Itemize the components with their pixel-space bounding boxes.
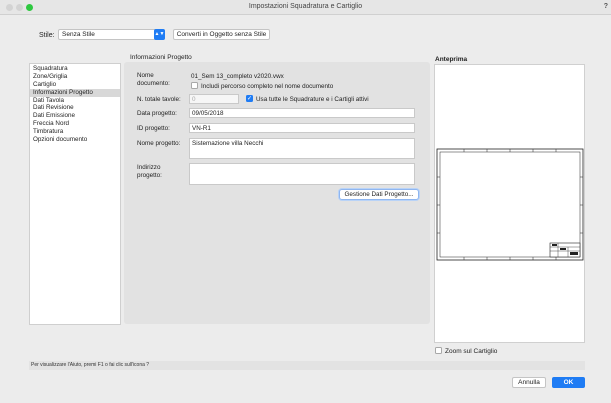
settings-dialog: Impostazioni Squadratura e Cartiglio ? S… [0, 0, 611, 403]
total-sheets-field[interactable]: 0 [189, 94, 239, 104]
name-field[interactable]: Sistemazione villa Necchi [189, 138, 415, 159]
use-all-label: Usa tutte le Squadrature e i Cartigli at… [256, 96, 369, 103]
style-label: Stile: [39, 32, 55, 39]
doc-name-value: 01_Sem 13_completo v2020.vwx [191, 73, 284, 80]
zoom-title-block-checkbox[interactable] [435, 347, 442, 354]
date-label: Data progetto: [137, 110, 177, 117]
name-label: Nome progetto: [137, 140, 181, 147]
group-title: Informazioni Progetto [130, 54, 192, 61]
address-field[interactable] [189, 163, 415, 185]
title-block-thumbnail [549, 242, 581, 258]
include-path-checkbox[interactable] [191, 82, 198, 89]
zoom-title-block-label: Zoom sul Cartiglio [445, 348, 498, 355]
nav-item-informazioni-progetto[interactable]: Informazioni Progetto [30, 88, 120, 97]
doc-name-label: Nome documento: [137, 72, 170, 87]
use-all-checkbox[interactable]: ✓ [246, 95, 253, 102]
include-path-label: Includi percorso completo nel nome docum… [201, 83, 334, 90]
preview-pane [434, 64, 585, 343]
style-select-value: Senza Stile [62, 31, 95, 38]
window-title: Impostazioni Squadratura e Cartiglio [248, 3, 363, 10]
id-field[interactable]: VN-R1 [189, 123, 415, 133]
nav-item-dati-tavola[interactable]: Dati Tavola [30, 97, 120, 105]
address-label: Indirizzo progetto: [137, 164, 162, 179]
preview-label: Anteprima [435, 56, 468, 63]
nav-item-timbratura[interactable]: Timbratura [30, 128, 120, 136]
chevron-updown-icon: ▲▼ [154, 29, 165, 40]
help-icon[interactable]: ? [604, 3, 608, 10]
title-bar: Impostazioni Squadratura e Cartiglio ? [0, 0, 611, 15]
id-label: ID progetto: [137, 125, 170, 132]
total-sheets-label: N. totale tavole: [137, 96, 181, 103]
nav-item-dati-revisione[interactable]: Dati Revisione [30, 104, 120, 112]
category-list: Squadratura Zone/Griglia Cartiglio Infor… [29, 63, 121, 325]
nav-item-freccia-nord[interactable]: Freccia Nord [30, 120, 120, 128]
manage-project-data-button[interactable]: Gestione Dati Progetto... [339, 189, 419, 200]
nav-item-cartiglio[interactable]: Cartiglio [30, 81, 120, 89]
convert-unstyled-button[interactable]: Converti in Oggetto senza Stile [173, 29, 270, 40]
date-field[interactable]: 09/05/2018 [189, 108, 415, 118]
nav-item-dati-emissione[interactable]: Dati Emissione [30, 112, 120, 120]
status-bar: Per visualizzare l'Aiuto, premi F1 o fai… [29, 361, 585, 370]
nav-item-opzioni-documento[interactable]: Opzioni documento [30, 136, 120, 144]
style-select[interactable]: Senza Stile ▲▼ [58, 29, 165, 40]
cancel-button[interactable]: Annulla [512, 377, 546, 388]
nav-item-zone-griglia[interactable]: Zone/Griglia [30, 73, 120, 81]
nav-item-squadratura[interactable]: Squadratura [30, 65, 120, 73]
ok-button[interactable]: OK [552, 377, 585, 388]
sheet-border-preview [436, 148, 584, 261]
